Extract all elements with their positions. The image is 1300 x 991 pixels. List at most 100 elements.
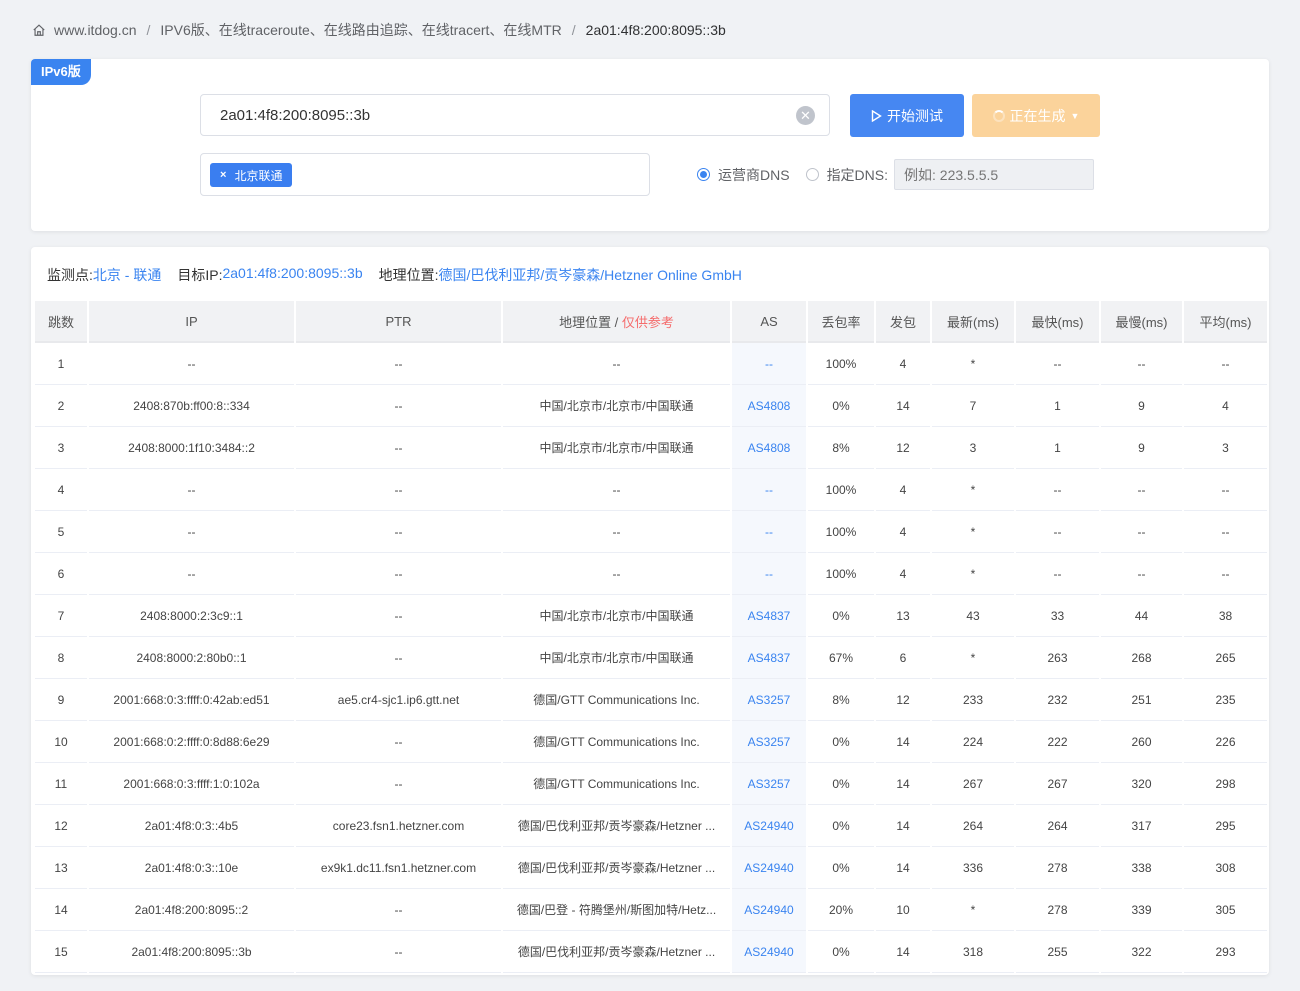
cell-avg: -- (1184, 553, 1267, 595)
cell-as[interactable]: AS3257 (732, 721, 806, 763)
cell-ptr: -- (296, 721, 501, 763)
cell-loss: 0% (808, 931, 874, 973)
start-test-label: 开始测试 (887, 107, 943, 124)
cell-best: -- (1016, 469, 1099, 511)
dns-custom-label[interactable]: 指定DNS: (827, 165, 888, 185)
generate-label: 正在生成 (1009, 107, 1066, 124)
cell-ptr: -- (296, 889, 501, 931)
cell-ptr: ex9k1.dc11.fsn1.hetzner.com (296, 847, 501, 889)
cell-ip: 2408:8000:1f10:3484::2 (89, 427, 294, 469)
cell-loss: 100% (808, 343, 874, 385)
geo-value[interactable]: 德国/巴伐利亚邦/贡岑豪森/Hetzner Online GmbH (439, 265, 742, 285)
cell-avg: 308 (1184, 847, 1267, 889)
node-chip-label: 北京联通 (234, 168, 283, 183)
cell-as[interactable]: AS24940 (732, 931, 806, 973)
cell-worst: 9 (1101, 427, 1182, 469)
table-row: 5 -- -- -- -- 100% 4 * -- -- -- (35, 511, 1267, 553)
cell-hop: 3 (35, 427, 87, 469)
cell-sent: 6 (876, 637, 930, 679)
header-hop: 跳数 (35, 301, 87, 343)
cell-best: 33 (1016, 595, 1099, 637)
table-row: 7 2408:8000:2:3c9::1 -- 中国/北京市/北京市/中国联通 AS48… (35, 595, 1267, 637)
cell-worst: 251 (1101, 679, 1182, 721)
home-icon[interactable] (32, 23, 46, 37)
cell-as[interactable]: AS4808 (732, 427, 806, 469)
cell-best: 1 (1016, 427, 1099, 469)
cell-geo: 中国/北京市/北京市/中国联通 (503, 427, 730, 469)
breadcrumb-separator: / (146, 22, 151, 38)
cell-as[interactable]: AS4837 (732, 595, 806, 637)
cell-loss: 0% (808, 721, 874, 763)
header-geo-label: 地理位置 / (559, 314, 622, 330)
cell-ptr: -- (296, 469, 501, 511)
cell-best: 263 (1016, 637, 1099, 679)
cell-geo: 德国/巴伐利亚邦/贡岑豪森/Hetzner ... (503, 805, 730, 847)
cell-worst: 339 (1101, 889, 1182, 931)
cell-as[interactable]: AS24940 (732, 805, 806, 847)
cell-as[interactable]: AS24940 (732, 847, 806, 889)
target-input[interactable] (200, 94, 830, 136)
dns-custom-radio[interactable] (805, 168, 819, 181)
cell-ptr: ae5.cr4-sjc1.ip6.gtt.net (296, 679, 501, 721)
cell-as[interactable]: AS4837 (732, 637, 806, 679)
cell-last: 233 (932, 679, 1014, 721)
table-row: 8 2408:8000:2:80b0::1 -- 中国/北京市/北京市/中国联通 AS4… (35, 637, 1267, 679)
cell-avg: -- (1184, 511, 1267, 553)
cell-ptr: -- (296, 931, 501, 973)
table-row: 9 2001:668:0:3:ffff:0:42ab:ed51 ae5.cr4-sj… (35, 679, 1267, 721)
cell-as[interactable]: AS3257 (732, 679, 806, 721)
cell-sent: 4 (876, 343, 930, 385)
cell-last: 318 (932, 931, 1014, 973)
cell-ip: -- (89, 511, 294, 553)
ipv6-badge: IPv6版 (31, 59, 91, 85)
header-geo-note: 仅供参考 (621, 314, 674, 330)
cell-ip: 2408:870b:ff00:8::334 (89, 385, 294, 427)
generate-button[interactable]: 正在生成 ▼ (972, 94, 1100, 137)
cell-as: -- (732, 511, 806, 553)
cell-best: -- (1016, 511, 1099, 553)
cell-geo: 德国/巴伐利亚邦/贡岑豪森/Hetzner ... (503, 847, 730, 889)
cell-geo: 中国/北京市/北京市/中国联通 (503, 637, 730, 679)
cell-last: 43 (932, 595, 1014, 637)
chip-close-icon[interactable]: × (220, 169, 226, 181)
cell-as[interactable]: AS3257 (732, 763, 806, 805)
breadcrumb-home-link[interactable]: www.itdog.cn (54, 22, 136, 38)
header-last: 最新(ms) (932, 301, 1014, 343)
target-ip-value[interactable]: 2a01:4f8:200:8095::3b (222, 265, 362, 285)
breadcrumb-tool-link[interactable]: IPV6版、在线traceroute、在线路由追踪、在线tracert、在线MT… (160, 20, 561, 40)
start-test-button[interactable]: 开始测试 (850, 94, 964, 137)
table-header-row: 跳数 IP PTR 地理位置 / 仅供参考 AS 丢包率 发包 最新(ms) 最… (35, 301, 1267, 343)
cell-geo: 德国/GTT Communications Inc. (503, 679, 730, 721)
cell-as[interactable]: AS4808 (732, 385, 806, 427)
monitor-value[interactable]: 北京 - 联通 (93, 265, 161, 285)
dns-input[interactable] (894, 159, 1095, 190)
dns-isp-label[interactable]: 运营商DNS (718, 165, 790, 185)
cell-sent: 14 (876, 721, 930, 763)
cell-avg: 295 (1184, 805, 1267, 847)
cell-geo: -- (503, 343, 730, 385)
cell-hop: 13 (35, 847, 87, 889)
cell-last: * (932, 553, 1014, 595)
cell-best: 264 (1016, 805, 1099, 847)
node-select[interactable]: × 北京联通 (200, 153, 650, 196)
cell-ip: 2a01:4f8:0:3::4b5 (89, 805, 294, 847)
cell-last: 267 (932, 763, 1014, 805)
result-info: 监测点: 北京 - 联通 目标IP: 2a01:4f8:200:8095::3b… (47, 265, 758, 285)
cell-as: -- (732, 553, 806, 595)
dns-isp-radio[interactable] (697, 168, 710, 181)
cell-worst: 317 (1101, 805, 1182, 847)
cell-hop: 15 (35, 931, 87, 973)
cell-loss: 0% (808, 595, 874, 637)
monitor-label: 监测点: (47, 267, 93, 283)
cell-avg: 4 (1184, 385, 1267, 427)
cell-hop: 1 (35, 343, 87, 385)
cell-loss: 20% (808, 889, 874, 931)
cell-as[interactable]: AS24940 (732, 889, 806, 931)
cell-sent: 14 (876, 763, 930, 805)
cell-geo: 德国/巴登 - 符腾堡州/斯图加特/Hetz... (503, 889, 730, 931)
cell-sent: 4 (876, 553, 930, 595)
clear-icon[interactable]: ✕ (796, 106, 815, 125)
cell-avg: 38 (1184, 595, 1267, 637)
table-row: 4 -- -- -- -- 100% 4 * -- -- -- (35, 469, 1267, 511)
cell-ip: 2001:668:0:3:ffff:0:42ab:ed51 (89, 679, 294, 721)
